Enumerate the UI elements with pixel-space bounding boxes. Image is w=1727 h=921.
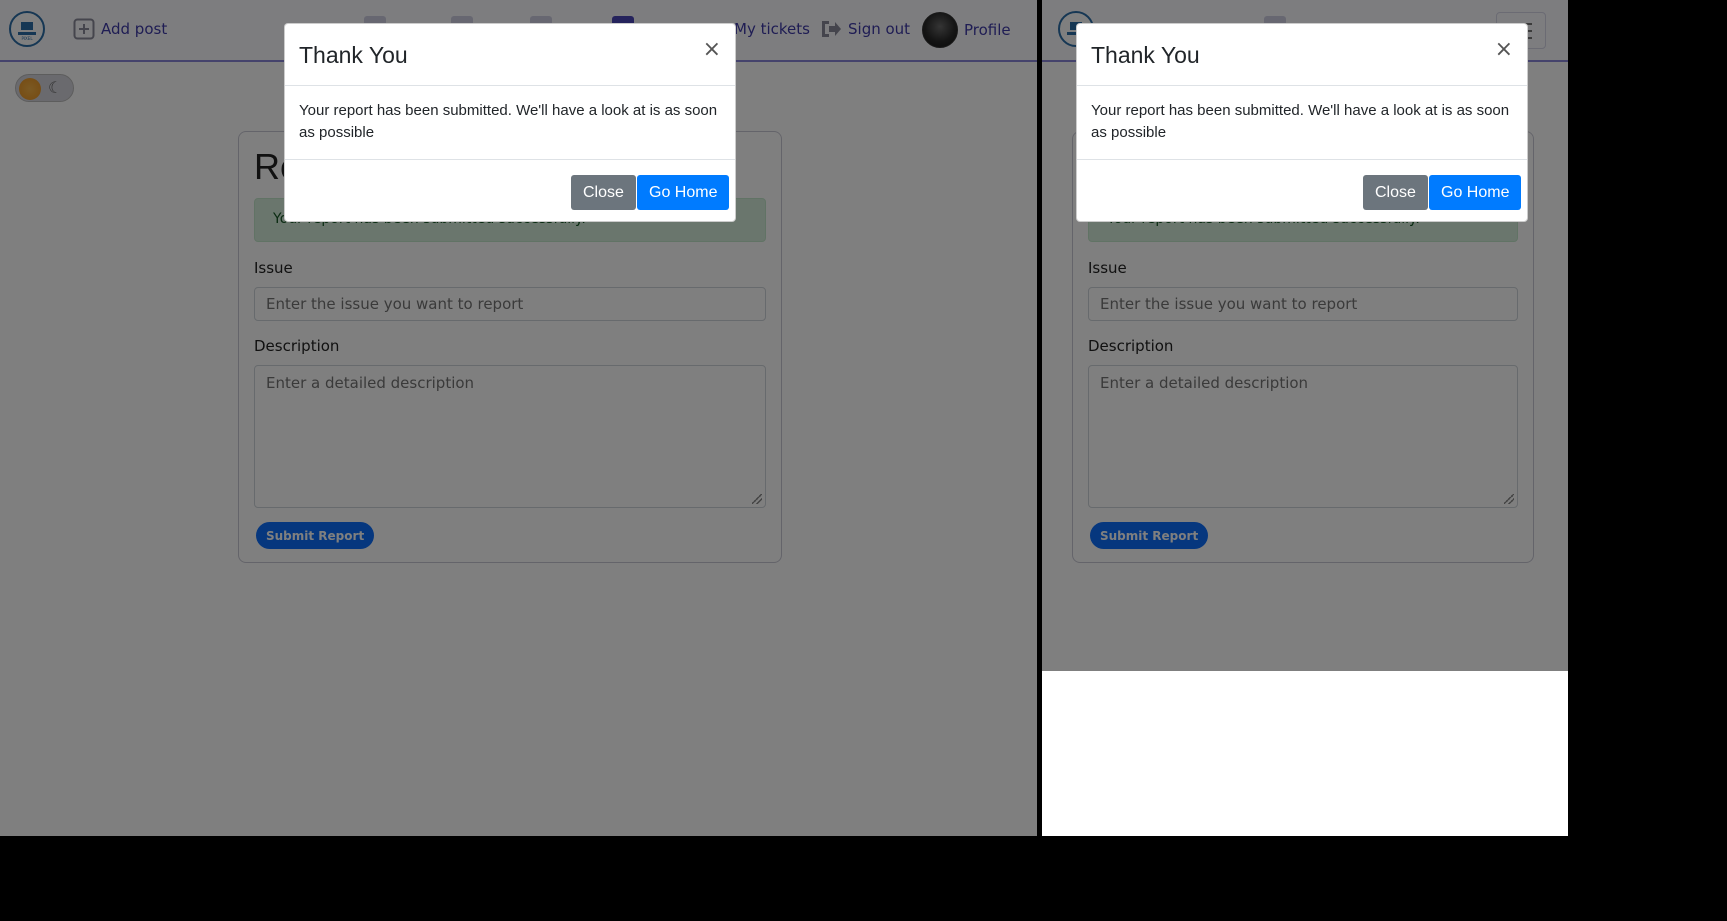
close-button[interactable]: Close xyxy=(1363,175,1428,210)
modal-title: Thank You xyxy=(299,42,408,68)
thank-you-modal: Thank You × Your report has been submitt… xyxy=(284,23,736,222)
empty-area xyxy=(1042,671,1568,836)
modal-title: Thank You xyxy=(1091,42,1200,68)
modal-header: Thank You × xyxy=(285,24,735,86)
modal-header: Thank You × xyxy=(1077,24,1527,86)
close-icon[interactable]: × xyxy=(1495,39,1513,61)
close-icon[interactable]: × xyxy=(703,39,721,61)
thank-you-modal: Thank You × Your report has been submitt… xyxy=(1076,23,1528,222)
mobile-view: Your report has been submitted successfu… xyxy=(1042,0,1568,836)
modal-message: Your report has been submitted. We'll ha… xyxy=(1091,102,1510,141)
close-button[interactable]: Close xyxy=(571,175,636,210)
desktop-view: PIXEL Add post My tickets Sign out Profi xyxy=(0,0,1037,836)
modal-footer: Close Go Home xyxy=(285,159,735,221)
go-home-button[interactable]: Go Home xyxy=(1429,175,1522,210)
mobile-viewport: Your report has been submitted successfu… xyxy=(1042,0,1568,671)
modal-footer: Close Go Home xyxy=(1077,159,1527,221)
go-home-button[interactable]: Go Home xyxy=(637,175,730,210)
modal-message: Your report has been submitted. We'll ha… xyxy=(299,102,718,141)
